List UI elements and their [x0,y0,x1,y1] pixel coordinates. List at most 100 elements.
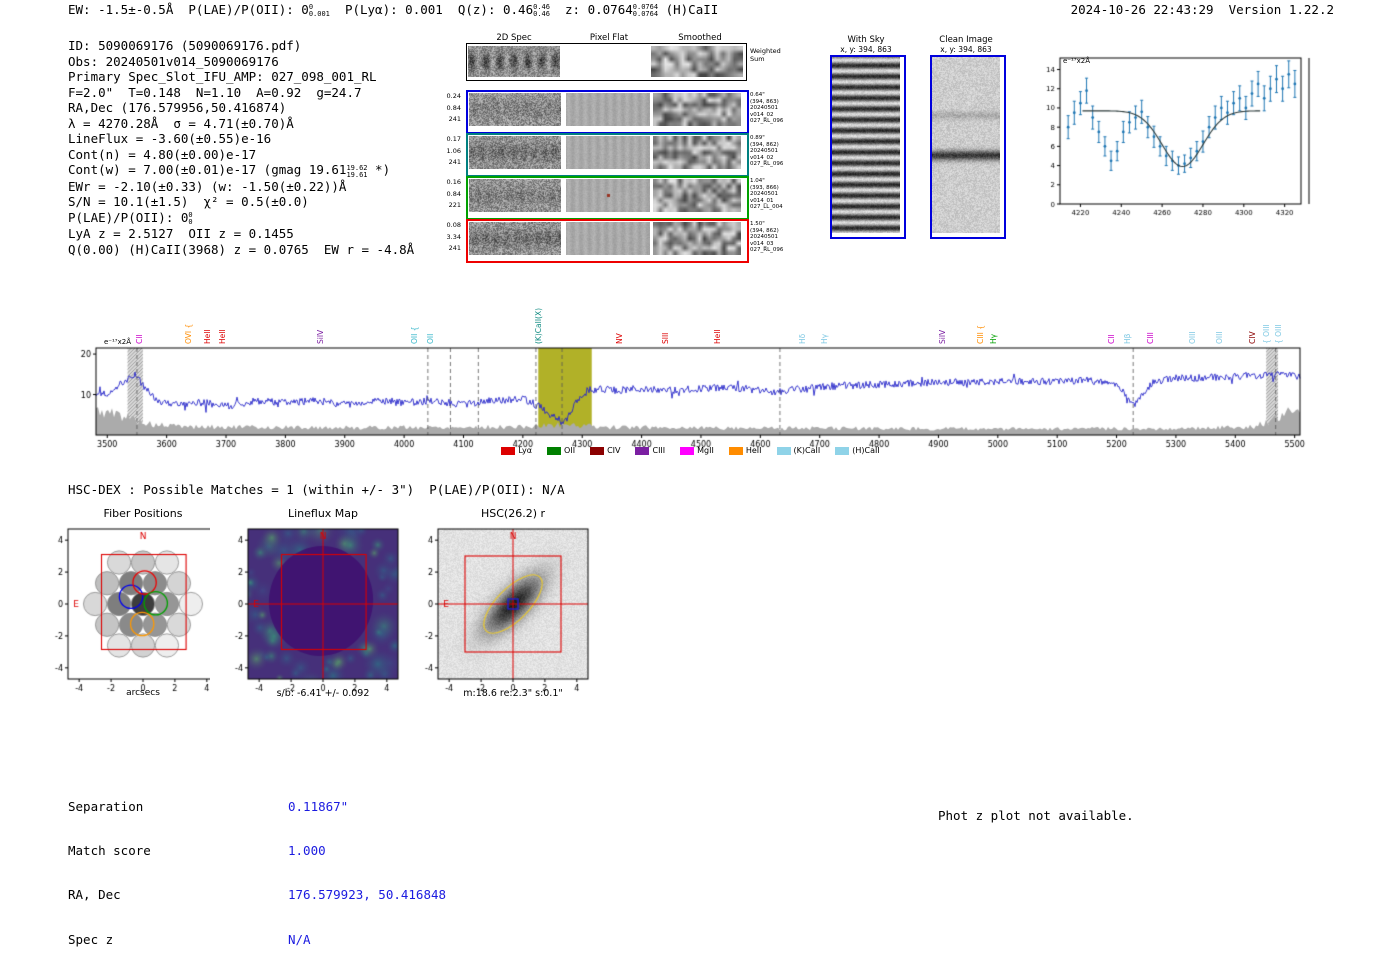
info-line: Cont(w) = 7.00(±0.01)e-17 (gmag 19.61 19.… [68,162,391,179]
cutout-row1-right-label: 0.64" (394, 863) 20240501 v014_02 027_RL… [750,92,784,125]
emission-line-label: (K)CaII(X) [533,307,543,344]
info-line: LineFlux = -3.60(±0.55)e-16 [68,131,272,147]
emission-line-label: CIV [1247,331,1257,344]
legend-label: (K)CaII [793,446,821,455]
cutout-row4-flat [566,222,650,255]
fiber-xlabel: arcsecs [126,688,160,698]
emission-line-label: OVI { [184,323,194,344]
summary-header: EW: -1.5±-0.5Å P(LAE)/P(OII): 0 0 0.001 P(… [68,2,719,19]
emission-line-label: OII [425,333,435,344]
legend-label: HeII [745,446,762,455]
cutout-row4-smoothed [653,222,741,255]
with-sky-title: With Sky [847,35,885,45]
clean-image-xy: x, y: 394, 863 [940,45,992,54]
cutout-row3-2d [469,179,561,212]
emission-line-label: OII { [409,326,419,344]
emission-line-label: SiIV [938,329,948,344]
cutout-row4-left-label: 0.08 3.34 241 [446,221,461,252]
inset-units-annotation: e⁻¹⁷x2Å [1063,57,1090,65]
hsc-image-panel [400,522,595,694]
legend-swatch [728,446,743,455]
legend-swatch [590,446,605,455]
stacked-fraction: 00 [188,211,193,227]
clean-image-title: Clean Image [939,35,993,45]
legend-label: (H)CaII [852,446,880,455]
info-line: Primary Spec_Slot_IFU_AMP: 027_098_001_R… [68,69,377,85]
clean-image-canvas [932,57,1000,233]
fiber-positions-panel [30,522,225,694]
hsc-caption: m:18.6 re:2.3" s:0.1" [463,688,563,699]
emission-line-label: { OIII [1261,324,1271,344]
spectrum-units-annotation: e⁻¹⁷x2Å [104,338,131,346]
cutout-row3-flat [566,179,650,212]
legend-item: CIV [590,446,620,455]
spectrum-legend: Lyα OII CIV CIII MgII HeII (K)CaII (H)CaII [68,446,1313,455]
legend-item: Lyα [501,446,532,455]
legend-swatch [680,446,695,455]
main-spectrum-plot [68,336,1313,458]
row-value: 0.11867" [288,798,349,814]
emission-line-label: CII [1107,334,1117,344]
emission-line-label: HeII [203,329,213,344]
info-line: LyA z = 2.5127 OII z = 0.1455 [68,226,294,242]
info-block: ID: 5090069176 (5090069176.pdf) Obs: 2024… [68,38,414,257]
info-line: Obs: 20240501v014_5090069176 [68,53,279,69]
hscdex-match-line: HSC-DEX : Possible Matches = 1 (within +… [68,482,565,497]
table-row: Spec z N/A [68,931,446,948]
legend-swatch [501,446,516,455]
elixer-report-page: EW: -1.5±-0.5Å P(LAE)/P(OII): 0 0 0.001 P(… [0,0,1400,953]
cutout-row2-left-label: 0.17 1.06 241 [446,135,461,166]
lineflux-map-title: Lineflux Map [287,507,359,520]
info-line: RA,Dec (176.579956,50.416874) [68,100,287,116]
info-line: F=2.0" T=0.148 N=1.10 A=0.92 g=24.7 [68,84,362,100]
info-line: Q(0.00) (H)CaII(3968) z = 0.0765 EW r = … [68,241,415,257]
info-line: EWr = -2.10(±0.33) (w: -1.50(±0.22))Å [68,178,347,194]
emission-line-label: Hδ [798,333,808,344]
info-line: ID: 5090069176 (5090069176.pdf) [68,38,302,53]
cutout-weighted-smoothed [651,46,743,77]
emission-line-label: CIII { [976,324,986,344]
emission-line-label: OIII [1187,331,1197,344]
legend-swatch [635,446,650,455]
stacked-fraction: 0 0.001 [308,3,330,19]
cutout-row3-right-label: 1.04" (393, 866) 20240501 v014_01 027_LL… [750,178,783,211]
timestamp-version: 2024-10-26 22:43:29 Version 1.22.2 [1070,2,1334,17]
with-sky-image [832,57,900,233]
legend-item: HeII [728,446,762,455]
legend-label: Lyα [518,446,533,455]
lineflux-caption: s/b: -6.41 +/- 0.092 [276,688,370,699]
col-title-pixelflat: Pixel Flat [589,33,629,43]
match-table: Separation 0.11867" Match score 1.000 RA, … [68,770,446,953]
stacked-fraction: 0.46 0.46 [533,3,550,19]
cutout-weighted-2d [468,46,560,77]
info-line: P(LAE)/P(OII): 000 [68,209,193,227]
legend-label: CIV [607,446,621,455]
legend-swatch [835,446,850,455]
cutout-row2-2d [469,136,561,169]
cutout-row3-left-label: 0.16 0.84 221 [446,178,461,209]
emission-line-label: HeII [218,329,228,344]
emission-line-label: NV [614,333,624,344]
row-label: Separation [68,798,144,814]
cutout-row1-smoothed [653,93,741,126]
fiber-positions-title: Fiber Positions [103,507,183,520]
emission-line-label: CIII [1146,332,1156,344]
legend-item: (H)CaII [835,446,880,455]
lineflux-map-panel [210,522,405,694]
emission-line-label: { OIII [1273,324,1283,344]
emission-line-label: SiIV [316,329,326,344]
emission-line-label: Hγ [820,333,830,344]
table-row: Match score 1.000 [68,843,446,859]
emission-line-label: SIII [660,332,670,344]
stacked-fraction: 0.0764 0.0764 [632,3,659,19]
legend-label: MgII [697,446,714,455]
emission-line-label: OIII [1215,331,1225,344]
row-label: Spec z [68,931,114,947]
stacked-fraction: 19.62 19.61 [346,163,368,179]
cutout-row2-right-label: 0.89" (394, 862) 20240501 v014_02 027_RL… [750,135,784,168]
info-line: S/N = 10.1(±1.5) χ² = 0.5(±0.0) [68,194,309,210]
cutout-row1-left-label: 0.24 0.84 241 [446,92,461,123]
cutout-row1-2d [469,93,561,126]
photz-note: Phot z plot not available. [938,808,1134,823]
emission-line-label: HeII [712,329,722,344]
